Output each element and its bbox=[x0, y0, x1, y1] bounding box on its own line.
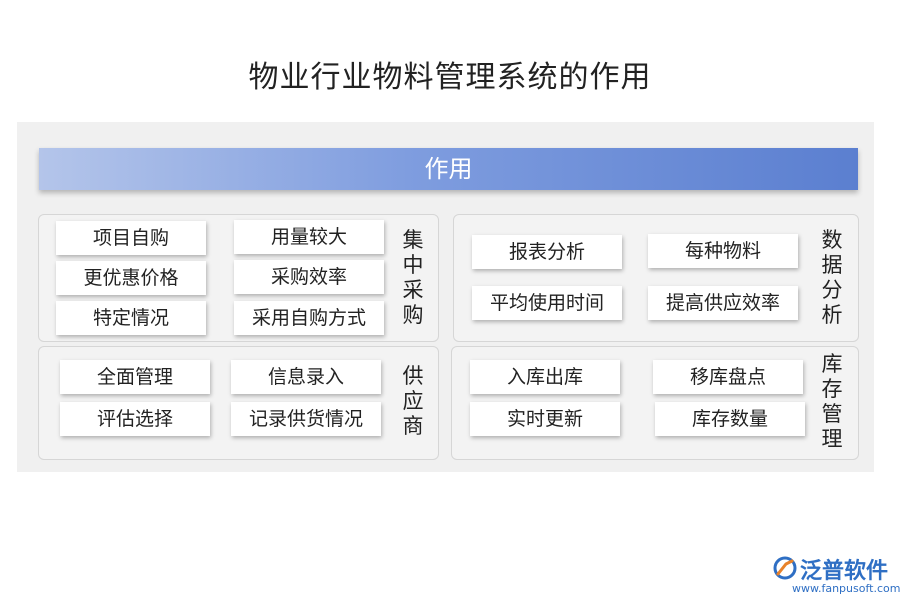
logo-name: 泛普软件 bbox=[800, 559, 889, 584]
item-procurement-4: 特定情况 bbox=[56, 301, 206, 335]
group-label-procurement: 集中采购 bbox=[402, 228, 424, 327]
item-procurement-1: 用量较大 bbox=[234, 220, 384, 254]
item-supplier-0: 全面管理 bbox=[60, 360, 210, 394]
group-label-analysis: 数据分析 bbox=[821, 228, 843, 327]
page-title: 物业行业物料管理系统的作用 bbox=[248, 60, 652, 95]
item-procurement-2: 更优惠价格 bbox=[56, 261, 206, 295]
item-analysis-1: 每种物料 bbox=[648, 234, 798, 268]
group-label-inventory: 库存管理 bbox=[821, 352, 843, 451]
group-label-supplier: 供应商 bbox=[402, 364, 424, 438]
item-inventory-2: 实时更新 bbox=[470, 402, 620, 436]
item-inventory-1: 移库盘点 bbox=[653, 360, 803, 394]
item-procurement-5: 采用自购方式 bbox=[234, 301, 384, 335]
item-analysis-3: 提高供应效率 bbox=[648, 286, 798, 320]
item-inventory-3: 库存数量 bbox=[655, 402, 805, 436]
header-bar: 作用 bbox=[39, 148, 858, 190]
item-analysis-2: 平均使用时间 bbox=[472, 286, 622, 320]
item-inventory-0: 入库出库 bbox=[470, 360, 620, 394]
fanpu-logo: 泛普软件 www.fanpusoft.com bbox=[772, 553, 900, 595]
item-supplier-2: 评估选择 bbox=[60, 402, 210, 436]
logo-url: www.fanpusoft.com bbox=[792, 582, 900, 595]
item-supplier-1: 信息录入 bbox=[231, 360, 381, 394]
item-procurement-0: 项目自购 bbox=[56, 221, 206, 255]
item-supplier-3: 记录供货情况 bbox=[231, 402, 381, 436]
fanpu-logo-icon bbox=[773, 556, 797, 580]
item-analysis-0: 报表分析 bbox=[472, 235, 622, 269]
item-procurement-3: 采购效率 bbox=[234, 260, 384, 294]
